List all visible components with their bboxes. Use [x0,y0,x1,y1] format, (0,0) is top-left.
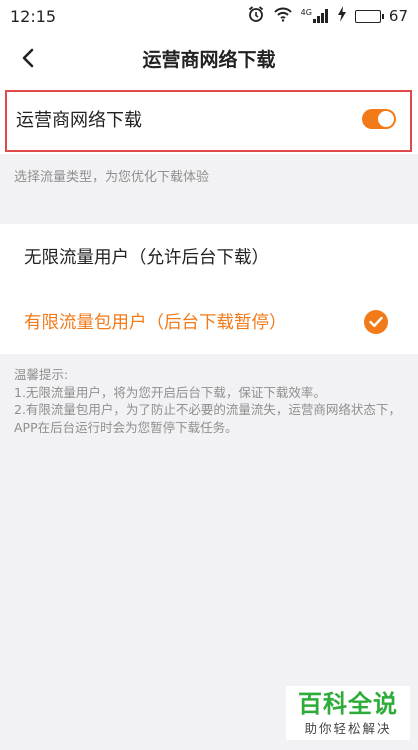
notes-line-2: 2.有限流量包用户，为了防止不必要的流量流失，运营商网络状态下，APP在后台运行… [14,402,401,435]
page-title: 运营商网络下载 [142,48,276,71]
battery-icon [354,9,384,23]
status-icons: 4G 67 [247,5,408,27]
signal-4g-icon: 4G [301,9,329,23]
option-label: 有限流量包用户（后台下载暂停） [24,313,287,333]
notes-line-1: 1.无限流量用户，将为您开启后台下载，保证下载效率。 [14,384,326,400]
carrier-download-row[interactable]: 运营商网络下载 [0,84,418,154]
traffic-type-options: 无限流量用户（允许后台下载） 有限流量包用户（后台下载暂停） [0,224,418,354]
charging-icon [337,6,347,26]
notes-title: 温馨提示: [14,367,69,382]
status-bar: 12:15 4G 67 [0,0,418,32]
notes-section: 温馨提示: 1.无限流量用户，将为您开启后台下载，保证下载效率。 2.有限流量包… [14,366,406,436]
chevron-left-icon [22,48,34,68]
status-time: 12:15 [10,6,57,26]
back-button[interactable] [12,42,44,74]
carrier-download-switch[interactable] [362,109,396,129]
watermark-title: 百科全说 [298,689,398,718]
toggle-hint: 选择流量类型，为您优化下载体验 [14,170,210,185]
option-unlimited[interactable]: 无限流量用户（允许后台下载） [0,224,418,289]
watermark-subtitle: 助你轻松解决 [304,720,392,736]
wifi-icon [273,6,293,26]
switch-knob [378,111,394,127]
alarm-icon [247,5,265,27]
network-type-label: 4G [300,8,312,17]
battery-percentage: 67 [388,7,408,25]
check-circle-icon [364,309,388,334]
option-limited[interactable]: 有限流量包用户（后台下载暂停） [0,289,418,354]
option-label: 无限流量用户（允许后台下载） [24,248,269,268]
header-bar: 运营商网络下载 [0,32,418,84]
watermark-logo: 百科全说 助你轻松解决 [286,686,410,740]
carrier-download-label: 运营商网络下载 [16,110,142,131]
